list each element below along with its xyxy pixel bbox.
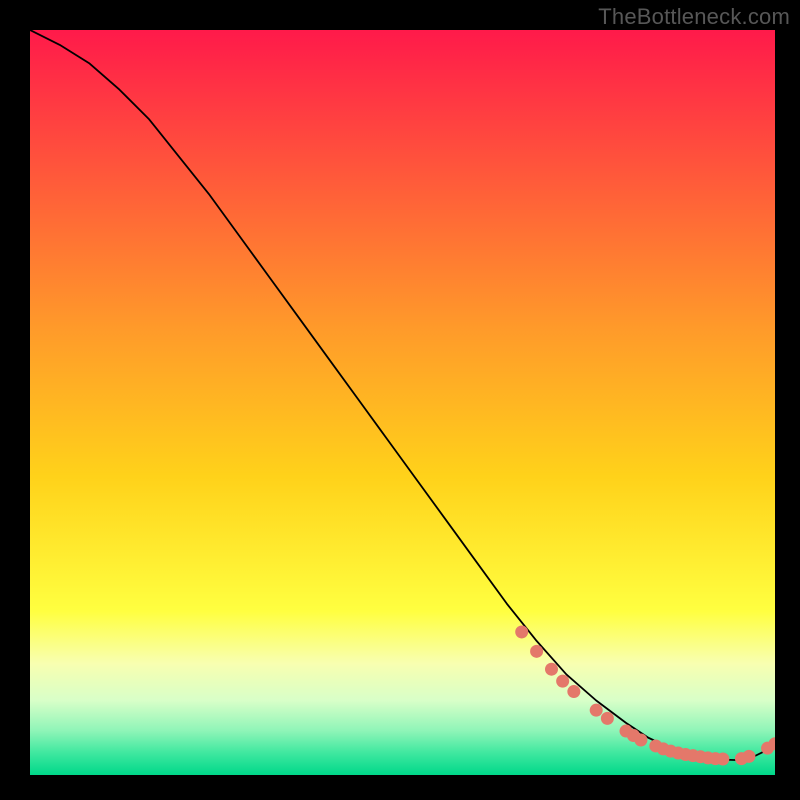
chart-container: TheBottleneck.com [0, 0, 800, 800]
plot-area [30, 30, 775, 775]
chart-svg [30, 30, 775, 775]
watermark-text: TheBottleneck.com [598, 4, 790, 30]
